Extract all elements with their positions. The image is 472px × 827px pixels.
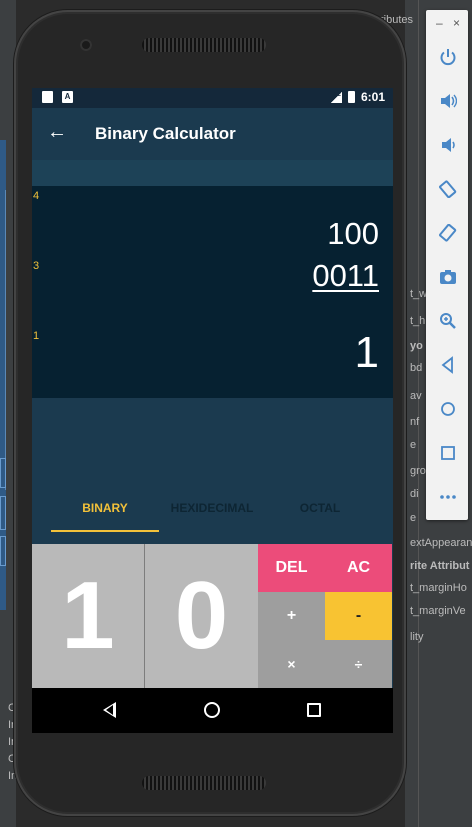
status-bar: A LTE 6:01 <box>32 88 393 108</box>
power-icon[interactable] <box>439 48 457 66</box>
keypad: 1 0 DEL AC + - × ÷ <box>32 544 393 688</box>
rotate-right-icon[interactable] <box>439 224 457 242</box>
app-screen: A LTE 6:01 ← Binary Calculator 4 3 1 100… <box>32 88 393 733</box>
tab-hexidecimal[interactable]: HEXIDECIMAL <box>152 486 272 544</box>
attribute-row[interactable]: yo <box>410 340 423 352</box>
app-bar: ← Binary Calculator <box>32 108 393 160</box>
sub-toolbar <box>32 160 393 186</box>
nav-home-icon[interactable] <box>204 702 220 718</box>
bottom-speaker <box>142 776 266 790</box>
calculator-display: 4 3 1 100 0011 1 <box>32 186 393 398</box>
close-button[interactable]: × <box>453 16 460 30</box>
attribute-row[interactable]: di <box>410 488 419 500</box>
attribute-row[interactable]: rite Attribut <box>410 560 469 572</box>
all-clear-button[interactable]: AC <box>325 544 392 592</box>
status-time: 6:01 <box>360 90 385 104</box>
tab-octal[interactable]: OCTAL <box>260 486 380 544</box>
back-icon[interactable] <box>439 356 457 374</box>
display-footer <box>32 398 393 486</box>
tab-indicator <box>51 530 159 532</box>
sd-card-icon <box>42 91 53 103</box>
attribute-row[interactable]: gro <box>410 465 426 477</box>
nav-back-icon[interactable] <box>103 702 116 718</box>
app-title: Binary Calculator <box>95 124 236 143</box>
attribute-row[interactable]: extAppearan <box>410 537 472 549</box>
divide-button[interactable]: ÷ <box>325 640 392 688</box>
minus-button[interactable]: - <box>325 592 392 640</box>
attribute-row[interactable]: bd <box>410 362 422 374</box>
ide-widget-outline <box>0 458 6 488</box>
volume-down-icon[interactable] <box>439 136 457 154</box>
tab-binary[interactable]: BINARY <box>45 486 165 544</box>
attribute-row[interactable]: nf <box>410 416 419 428</box>
multiply-button[interactable]: × <box>258 640 325 688</box>
zoom-icon[interactable] <box>439 312 457 330</box>
volume-up-icon[interactable] <box>439 92 457 110</box>
emulator-toolbar: – × <box>426 10 468 520</box>
ide-layout-rail <box>0 190 6 490</box>
more-icon[interactable] <box>439 488 457 506</box>
ide-panel-divider <box>418 0 419 827</box>
camera-icon[interactable] <box>439 268 457 286</box>
rotate-left-icon[interactable] <box>439 180 457 198</box>
signal-icon: LTE <box>329 91 342 103</box>
attribute-row[interactable]: av <box>410 390 422 402</box>
nav-recents-icon[interactable] <box>307 703 321 717</box>
attribute-row[interactable]: t_w <box>410 288 427 300</box>
android-nav-bar <box>32 688 393 733</box>
result-value: 1 <box>354 328 379 377</box>
arrow-left-icon[interactable]: ← <box>47 121 69 143</box>
attribute-row[interactable]: t_marginHo <box>410 582 467 594</box>
top-speaker <box>142 38 266 52</box>
attribute-row[interactable]: t_marginVe <box>410 605 466 617</box>
attribute-row[interactable]: e <box>410 512 416 524</box>
key-one-button[interactable]: 1 <box>32 544 144 688</box>
line-number: 4 <box>33 190 40 202</box>
attribute-row[interactable]: lity <box>410 631 423 643</box>
minimize-button[interactable]: – <box>436 16 443 30</box>
base-tabs: BINARY HEXIDECIMAL OCTAL <box>32 486 393 544</box>
attribute-row[interactable]: t_h <box>410 315 425 327</box>
line-number: 3 <box>33 260 40 272</box>
sim-icon: A <box>62 91 73 103</box>
attribute-row[interactable]: e <box>410 439 416 451</box>
front-camera <box>80 39 92 51</box>
operand-two-input[interactable]: 0011 <box>312 258 379 294</box>
home-icon[interactable] <box>439 400 457 418</box>
line-number: 1 <box>33 330 40 342</box>
delete-button[interactable]: DEL <box>258 544 325 592</box>
ide-widget-outline <box>0 536 6 566</box>
battery-icon <box>347 91 355 103</box>
ide-widget-outline <box>0 496 6 530</box>
operand-one: 100 <box>327 216 379 251</box>
plus-button[interactable]: + <box>258 592 325 640</box>
overview-icon[interactable] <box>439 444 457 462</box>
key-zero-button[interactable]: 0 <box>145 544 258 688</box>
